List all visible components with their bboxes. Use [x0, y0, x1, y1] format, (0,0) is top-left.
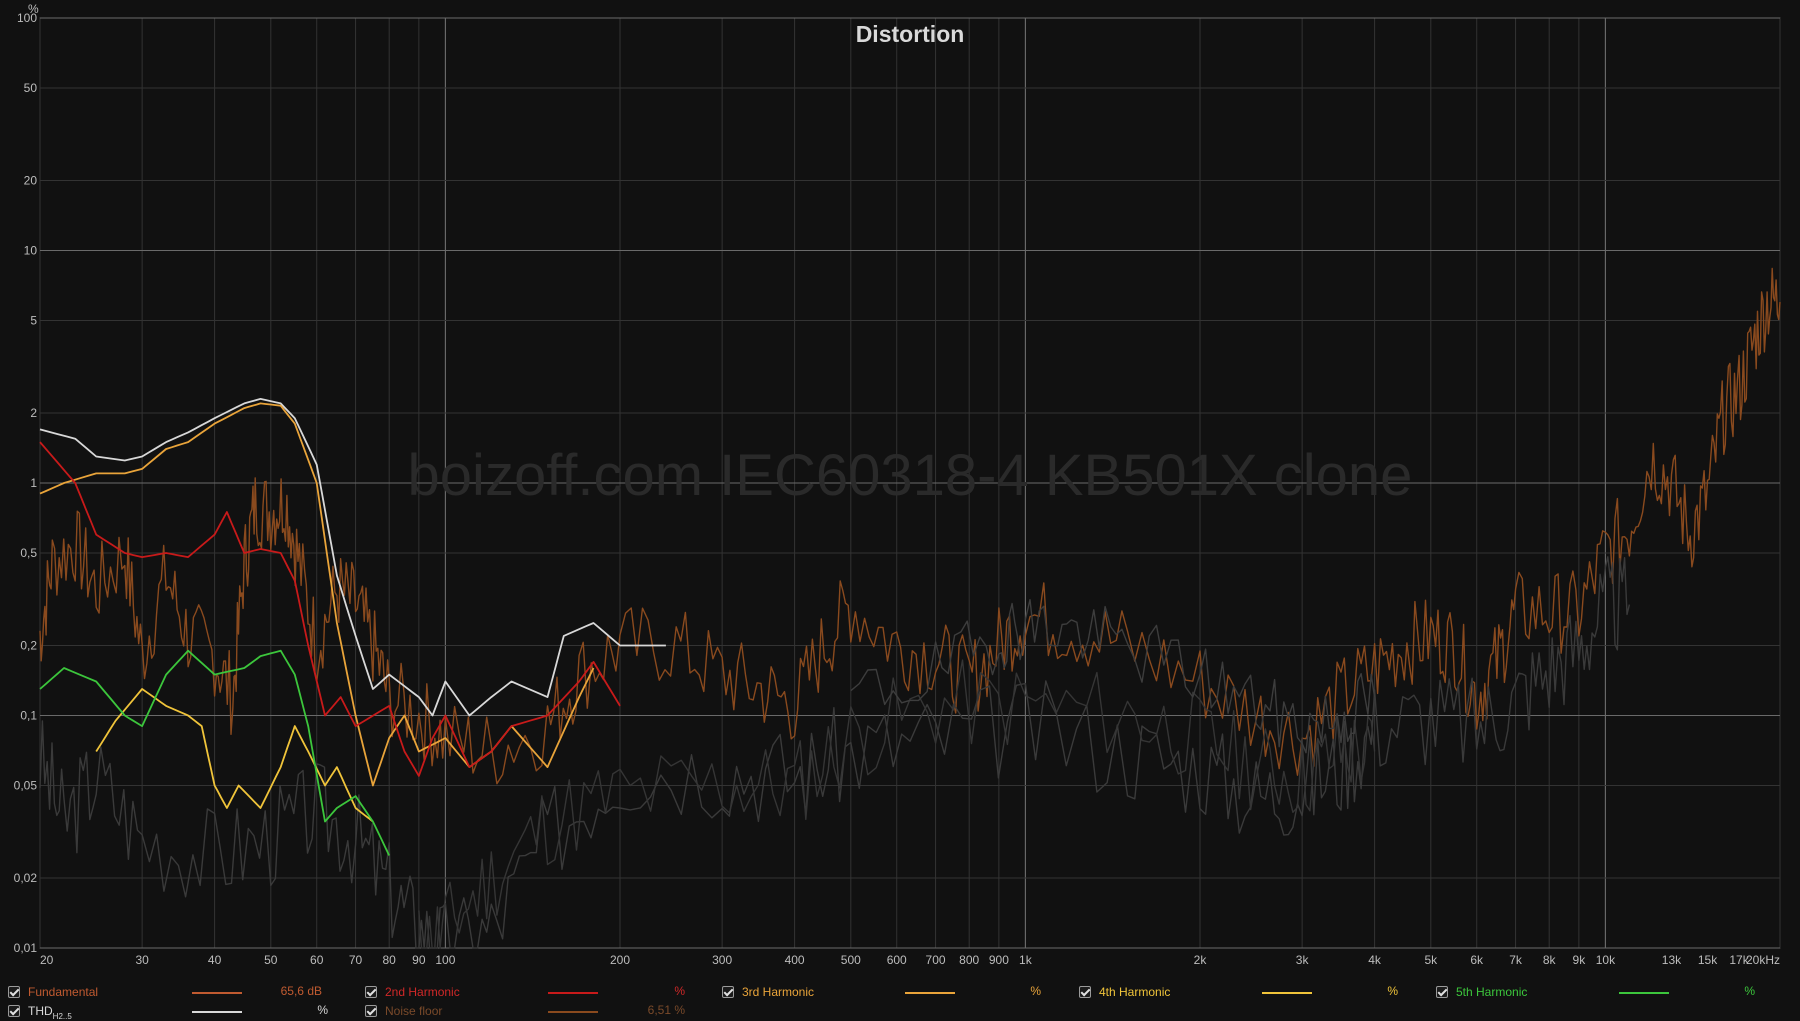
checkbox-3rd-harmonic[interactable]	[722, 986, 734, 998]
legend-label-5th-harmonic: 5th Harmonic	[1456, 985, 1528, 999]
y-tick-label: 1	[30, 476, 37, 490]
legend-swatch-5th-harmonic	[1619, 992, 1669, 994]
legend-label-noise-floor: Noise floor	[385, 1004, 443, 1018]
y-tick-label: 10	[24, 244, 38, 258]
checkbox-fundamental[interactable]	[8, 986, 20, 998]
x-tick-label: 20	[40, 953, 54, 967]
legend-value-fundamental: 65,6 dB	[280, 984, 322, 998]
x-tick-label: 60	[310, 953, 324, 967]
checkbox-2nd-harmonic[interactable]	[365, 986, 377, 998]
x-tick-label: 900	[989, 953, 1009, 967]
y-tick-label: 0,5	[20, 546, 37, 560]
x-tick-label: 7k	[1509, 953, 1523, 967]
checkbox-noise-floor[interactable]	[365, 1005, 377, 1017]
x-tick-label: 500	[841, 953, 861, 967]
x-tick-label: 200	[610, 953, 630, 967]
legend-swatch-2nd-harmonic	[548, 992, 598, 994]
legend-item-3rd-harmonic[interactable]: 3rd Harmonic	[722, 983, 814, 1001]
y-tick-label: 0,1	[20, 709, 37, 723]
x-tick-label: 6k	[1470, 953, 1484, 967]
legend-item-2nd-harmonic[interactable]: 2nd Harmonic	[365, 983, 460, 1001]
legend-label-fundamental: Fundamental	[28, 985, 99, 999]
legend-value-3rd-harmonic: %	[1030, 984, 1041, 998]
x-tick-label: 40	[208, 953, 222, 967]
legend-label-4th-harmonic: 4th Harmonic	[1099, 985, 1171, 999]
legend-item-fundamental[interactable]: Fundamental	[8, 983, 98, 1001]
watermark: boizoff.com IEC60318-4 KB501X clone	[408, 443, 1413, 508]
checkbox-5th-harmonic[interactable]	[1436, 986, 1448, 998]
x-tick-label: 400	[785, 953, 805, 967]
x-tick-label: 9k	[1573, 953, 1587, 967]
legend: Fundamental 65,6 dB 2nd Harmonic % 3rd H…	[0, 975, 1800, 1021]
x-tick-label: 10k	[1596, 953, 1616, 967]
y-tick-label: 5	[30, 313, 37, 327]
legend-swatch-thd	[192, 1011, 242, 1013]
x-axis-ticks: 20 30 40 50 60 70 80 90 100 200 300 400 500 600 700 800…	[40, 953, 1780, 967]
x-tick-label: 20kHz	[1746, 953, 1780, 967]
x-tick-label: 15k	[1698, 953, 1718, 967]
x-tick-label: 5k	[1424, 953, 1438, 967]
chart-title: Distortion	[856, 21, 965, 47]
y-tick-label: 50	[24, 81, 38, 95]
x-tick-label: 3k	[1296, 953, 1310, 967]
x-tick-label: 800	[959, 953, 979, 967]
checkbox-4th-harmonic[interactable]	[1079, 986, 1091, 998]
x-tick-label: 300	[712, 953, 732, 967]
x-tick-label: 8k	[1543, 953, 1557, 967]
legend-item-noise-floor[interactable]: Noise floor	[365, 1002, 442, 1020]
x-tick-label: 2k	[1194, 953, 1208, 967]
legend-item-4th-harmonic[interactable]: 4th Harmonic	[1079, 983, 1170, 1001]
x-tick-label: 50	[264, 953, 278, 967]
legend-value-5th-harmonic: %	[1744, 984, 1755, 998]
legend-value-2nd-harmonic: %	[674, 984, 685, 998]
legend-swatch-noise-floor	[548, 1011, 598, 1013]
x-tick-label: 100	[435, 953, 455, 967]
y-axis-ticks: 1005020105210,50,20,10,050,020,01	[14, 11, 38, 955]
legend-swatch-4th-harmonic	[1262, 992, 1312, 994]
x-tick-label: 30	[135, 953, 149, 967]
y-tick-label: 2	[30, 406, 37, 420]
y-tick-label: 0,02	[14, 871, 38, 885]
x-tick-label: 600	[887, 953, 907, 967]
x-tick-label: 4k	[1368, 953, 1382, 967]
legend-item-5th-harmonic[interactable]: 5th Harmonic	[1436, 983, 1527, 1001]
checkbox-thd[interactable]	[8, 1005, 20, 1017]
x-tick-label: 80	[383, 953, 397, 967]
y-tick-label: 0,2	[20, 639, 37, 653]
distortion-chart: boizoff.com IEC60318-4 KB501X clone 100 5…	[14, 2, 1781, 967]
legend-value-4th-harmonic: %	[1387, 984, 1398, 998]
x-tick-label: 13k	[1662, 953, 1682, 967]
legend-value-thd: %	[317, 1003, 328, 1017]
legend-label-3rd-harmonic: 3rd Harmonic	[742, 985, 815, 999]
legend-swatch-3rd-harmonic	[905, 992, 955, 994]
y-tick-label: 20	[24, 174, 38, 188]
legend-label-2nd-harmonic: 2nd Harmonic	[385, 985, 460, 999]
x-tick-label: 700	[926, 953, 946, 967]
legend-swatch-fundamental	[192, 992, 242, 994]
x-tick-label: 90	[412, 953, 426, 967]
x-tick-label: 1k	[1019, 953, 1033, 967]
legend-value-noise-floor: 6,51 %	[647, 1003, 685, 1017]
legend-item-thd[interactable]: THDH2..5	[8, 1002, 72, 1021]
y-tick-label: 0,01	[14, 941, 38, 955]
x-tick-label: 70	[349, 953, 363, 967]
legend-label-thd: THDH2..5	[28, 1004, 72, 1021]
y-tick-label: 0,05	[14, 778, 38, 792]
y-axis-unit: %	[28, 2, 39, 16]
